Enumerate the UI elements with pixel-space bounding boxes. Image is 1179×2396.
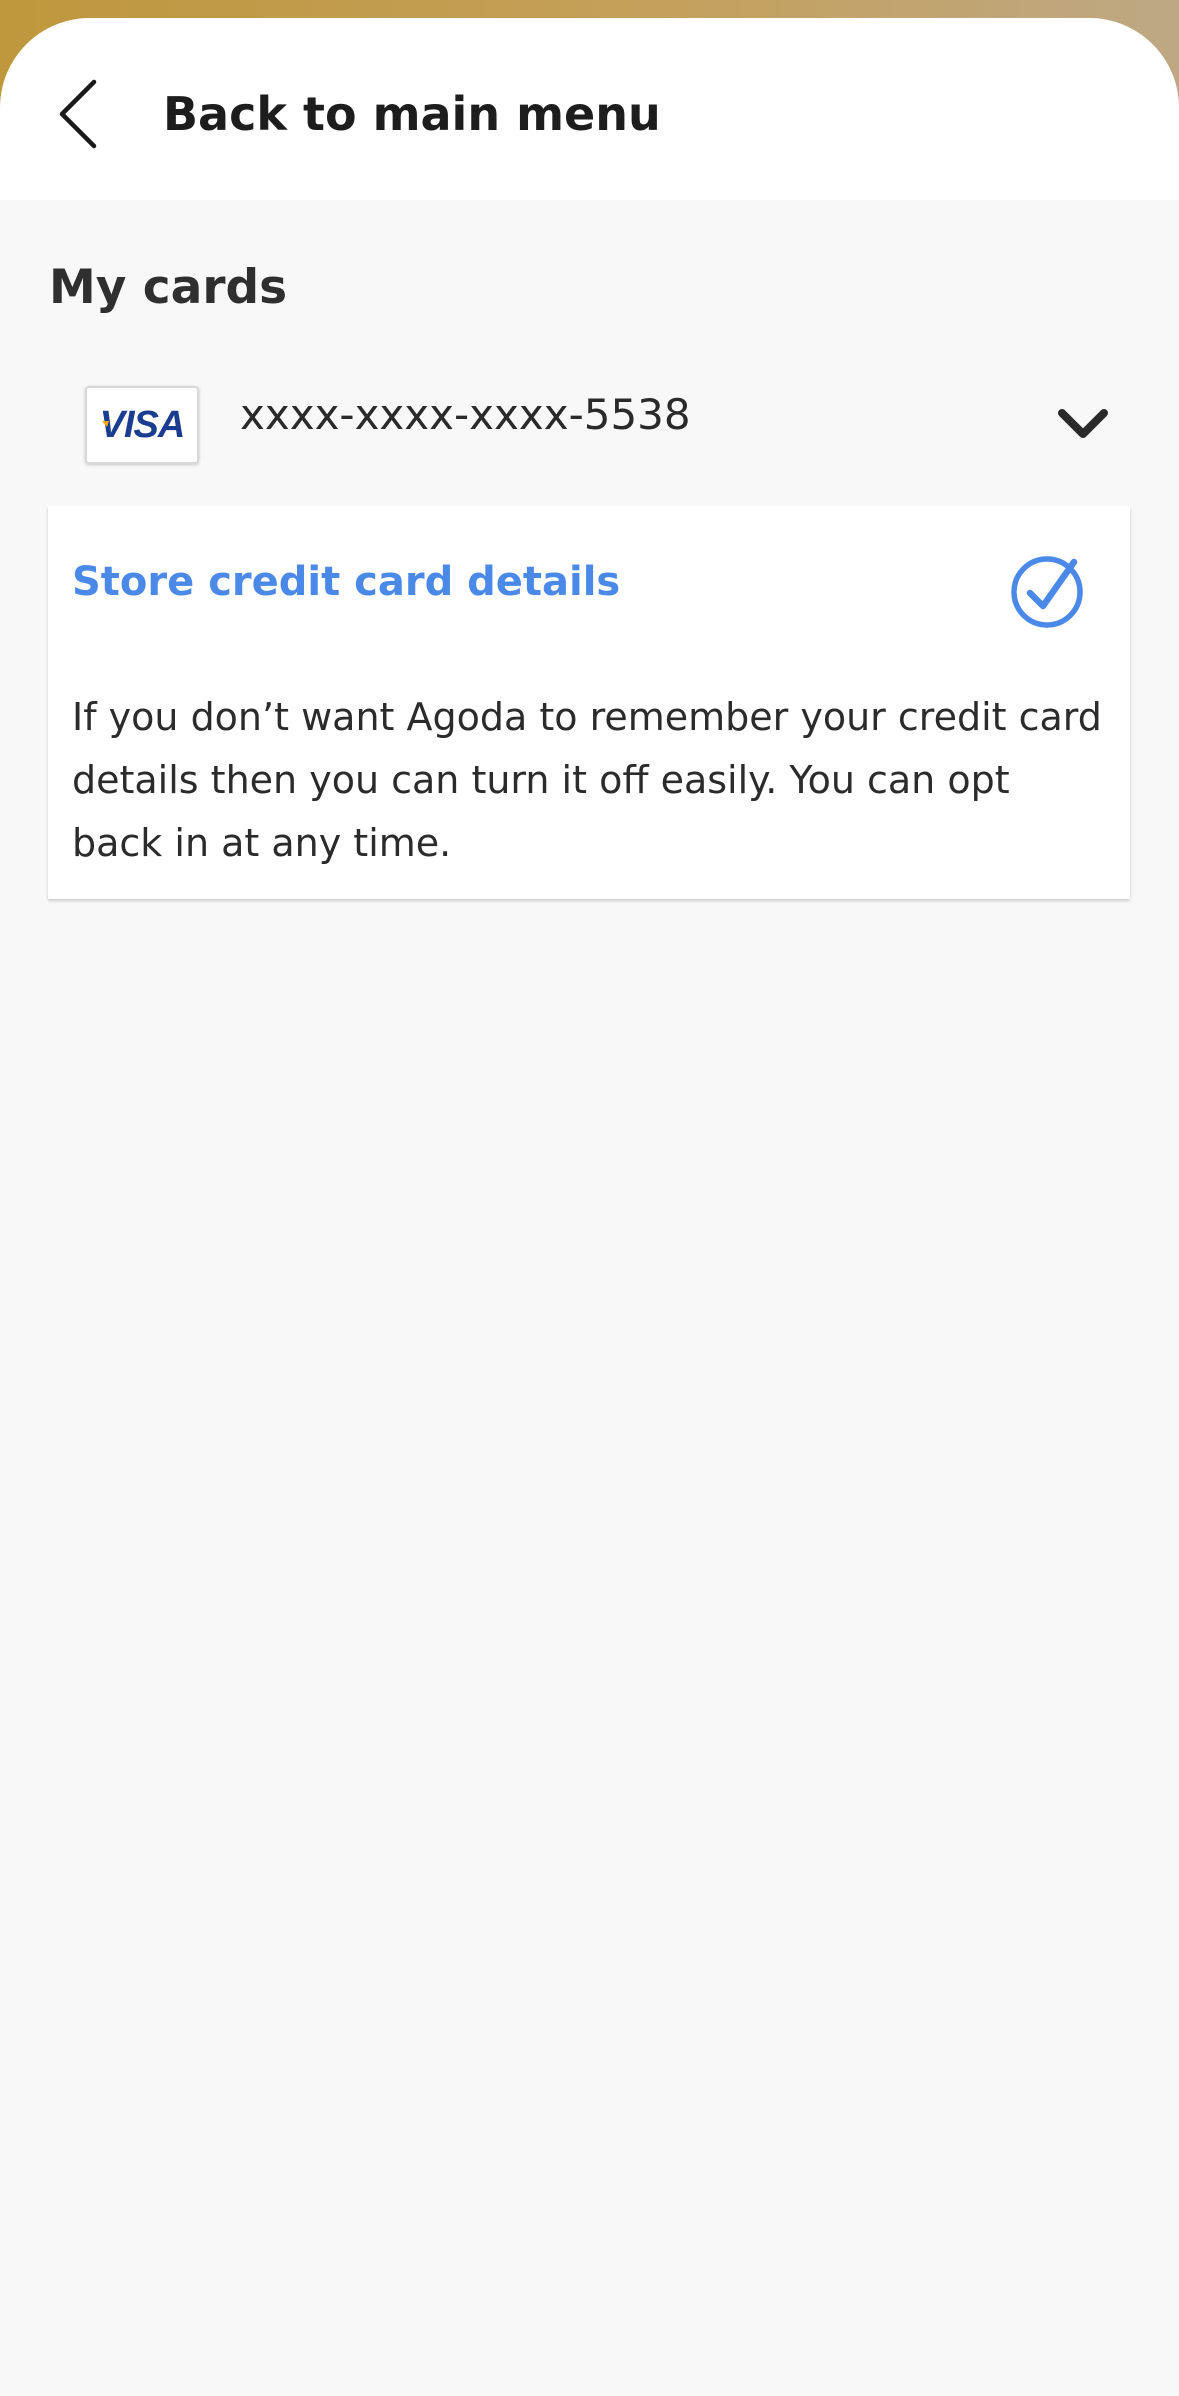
card-selector[interactable]: VISA xxxx-xxxx-xxxx-5538 xyxy=(48,356,1131,490)
back-button[interactable] xyxy=(46,72,110,156)
store-card-details-panel: Store credit card details If you don’t w… xyxy=(48,506,1130,899)
store-card-details-label[interactable]: Store credit card details xyxy=(72,552,620,612)
store-card-description: If you don’t want Agoda to remember your… xyxy=(72,695,1102,865)
my-cards-title: My cards xyxy=(49,260,288,315)
card-settings-sheet: Back to main menu My cards VISA xxxx-xxx… xyxy=(0,18,1179,2396)
store-card-toggle[interactable] xyxy=(1009,550,1089,630)
chevron-down-icon[interactable] xyxy=(1053,404,1113,444)
back-to-main-menu-label[interactable]: Back to main menu xyxy=(163,82,661,146)
card-number: xxxx-xxxx-xxxx-5538 xyxy=(240,390,691,439)
check-circle-icon xyxy=(1011,556,1083,628)
header: Back to main menu xyxy=(0,18,1179,200)
chevron-left-icon xyxy=(59,79,97,149)
visa-logo: VISA xyxy=(85,386,199,464)
visa-logo-text: VISA xyxy=(100,404,185,446)
